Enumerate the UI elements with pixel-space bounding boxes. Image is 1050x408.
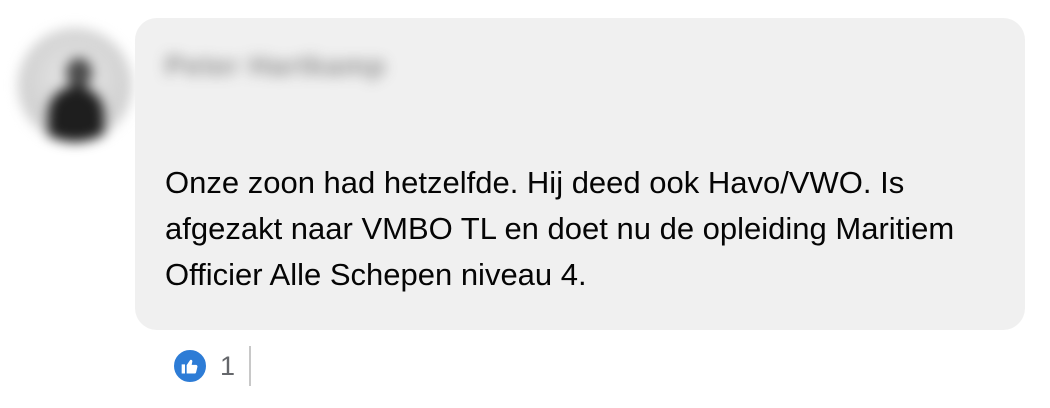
comment: Peter Hartkamp Onze zoon had hetzelfde. … bbox=[0, 0, 1050, 408]
avatar-body bbox=[48, 86, 104, 142]
avatar-head bbox=[66, 58, 92, 88]
comment-bubble: Peter Hartkamp Onze zoon had hetzelfde. … bbox=[135, 18, 1025, 330]
comment-text: Onze zoon had hetzelfde. Hij deed ook Ha… bbox=[165, 165, 955, 292]
thumbs-up-icon bbox=[172, 348, 208, 384]
author-name[interactable]: Peter Hartkamp bbox=[165, 50, 386, 82]
thumbs-up-glyph bbox=[181, 359, 198, 374]
reaction-count: 1 bbox=[220, 350, 236, 381]
reaction-summary[interactable]: 1 bbox=[172, 346, 252, 386]
avatar[interactable] bbox=[18, 28, 132, 142]
divider bbox=[249, 346, 252, 386]
